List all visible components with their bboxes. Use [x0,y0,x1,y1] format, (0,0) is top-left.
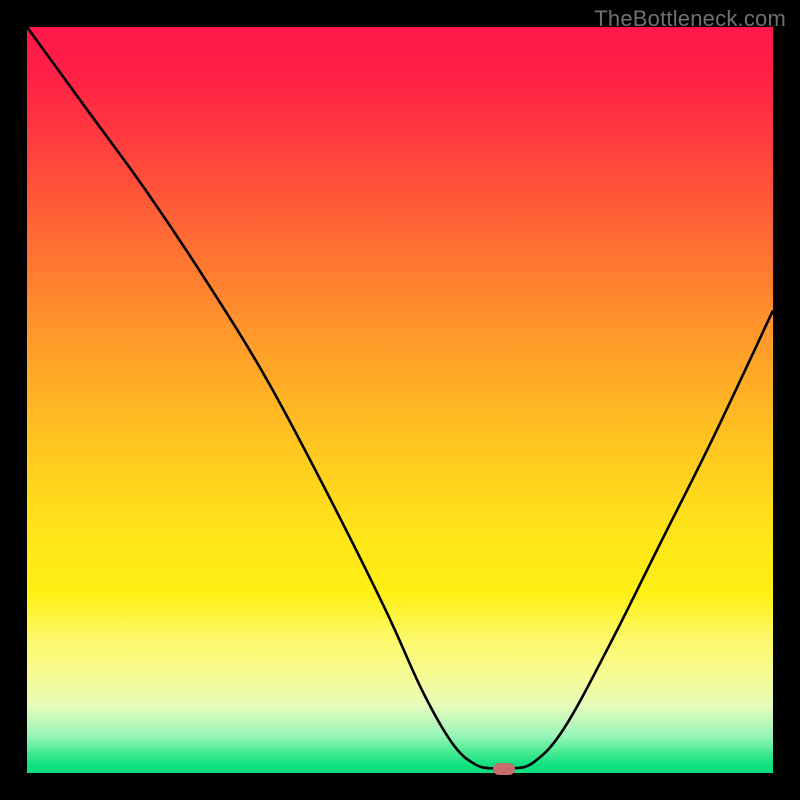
optimal-marker [493,763,515,775]
chart-container: TheBottleneck.com [0,0,800,800]
plot-area [27,27,773,773]
gradient-background [27,27,773,773]
watermark-text: TheBottleneck.com [594,6,786,32]
